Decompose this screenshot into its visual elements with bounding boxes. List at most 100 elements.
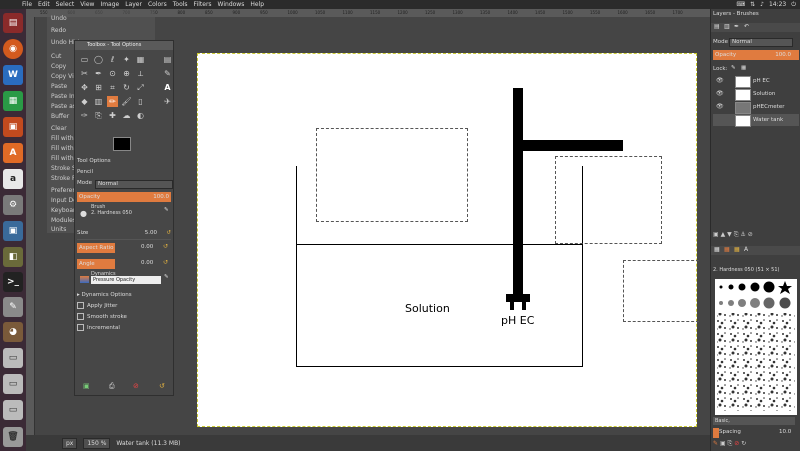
rect-select-icon[interactable]: ▭ (79, 54, 90, 65)
ink-icon[interactable]: ✑ (79, 110, 90, 121)
visibility-eye-icon[interactable]: 👁 (716, 101, 724, 113)
power-icon[interactable]: ⏻ (791, 0, 796, 9)
aspect-ratio-slider[interactable]: Aspect Ratio (77, 243, 115, 253)
settings-icon[interactable]: ⚙ (3, 195, 23, 215)
menu-help[interactable]: Help (250, 0, 264, 9)
spacing-value[interactable]: 10.0 (779, 429, 791, 435)
reset-size-icon[interactable]: ↺ (166, 228, 171, 239)
print-icon[interactable]: ▤ (162, 54, 173, 65)
layer-opacity-slider[interactable]: Opacity 100.0 (713, 50, 799, 60)
incremental-checkbox[interactable]: Incremental (77, 323, 171, 334)
menu-view[interactable]: View (80, 0, 94, 9)
dynamics-preview-icon[interactable] (80, 276, 89, 283)
text-editor-icon[interactable]: ✎ (3, 297, 23, 317)
crop-icon[interactable]: ⌗ (107, 82, 118, 93)
firefox-icon[interactable]: ◉ (3, 39, 23, 59)
smooth-stroke-checkbox[interactable]: Smooth stroke (77, 312, 171, 323)
image-canvas[interactable]: Solution pH EC (197, 53, 699, 427)
brush-filter-input[interactable]: Basic, (713, 417, 795, 425)
writer-icon[interactable]: W (3, 65, 23, 85)
text-tool-icon[interactable]: A (162, 82, 173, 93)
foreground-color-swatch[interactable] (113, 137, 131, 151)
layer-name[interactable]: Water tank (753, 114, 783, 126)
pen-icon[interactable]: ✎ (162, 68, 173, 79)
reset-angle-icon[interactable]: ↺ (163, 259, 168, 266)
layer-row-active[interactable]: Water tank (713, 114, 799, 127)
amazon-icon[interactable]: a (3, 169, 23, 189)
save-tool-preset-icon[interactable]: ▣ (83, 382, 90, 390)
scissors-icon[interactable]: ✂ (79, 68, 90, 79)
lock-pixels-icon[interactable]: ✎ (731, 65, 736, 71)
files-icon[interactable]: ▤ (3, 13, 23, 33)
delete-brush-icon[interactable]: ⊘ (734, 440, 739, 447)
layer-row[interactable]: 👁 pH EC (713, 75, 799, 88)
menu-colors[interactable]: Colors (148, 0, 167, 9)
channels-tab-icon[interactable]: ▥ (724, 23, 730, 30)
color-picker-icon[interactable]: ⊙ (107, 68, 118, 79)
vmware-icon[interactable]: ▣ (3, 221, 23, 241)
menu-image[interactable]: Image (100, 0, 119, 9)
layer-row[interactable]: 👁 pHECmeter (713, 101, 799, 114)
lock-alpha-icon[interactable]: ▦ (741, 65, 746, 71)
menu-filters[interactable]: Filters (194, 0, 212, 9)
reset-aspect-icon[interactable]: ↺ (163, 243, 168, 250)
drive-icon-3[interactable]: ▭ (3, 400, 23, 420)
menu-item-paste-as[interactable]: Paste as (51, 103, 76, 110)
angle-slider[interactable]: Angle (77, 259, 115, 269)
trash-icon[interactable]: 🗑 (3, 427, 23, 447)
reset-tool-options-icon[interactable]: ↺ (159, 382, 165, 390)
drive-icon-2[interactable]: ▭ (3, 374, 23, 394)
delete-tool-preset-icon[interactable]: ⊘ (133, 382, 139, 390)
volume-icon[interactable]: ♪ (760, 0, 764, 9)
terminal-icon[interactable]: >_ (3, 272, 23, 292)
eraser-icon[interactable]: ▯ (135, 96, 146, 107)
refresh-brushes-icon[interactable]: ↻ (741, 440, 746, 447)
brush-preview-icon[interactable]: ● (80, 208, 87, 219)
scale-icon[interactable]: ⤢ (135, 82, 146, 93)
edit-brush-icon[interactable]: ✎ (164, 205, 169, 216)
menu-item-buffer[interactable]: Buffer (51, 113, 69, 120)
drive-icon[interactable]: ▭ (3, 348, 23, 368)
align-icon[interactable]: ⊞ (93, 82, 104, 93)
toolbox-title[interactable]: Toolbox - Tool Options (75, 41, 173, 50)
move-icon[interactable]: ✥ (79, 82, 90, 93)
color-select-icon[interactable]: ▦ (135, 54, 146, 65)
new-layer-icon[interactable]: ▣ (713, 231, 719, 238)
menu-item-redo[interactable]: Redo (51, 27, 66, 34)
lower-layer-icon[interactable]: ▼ (727, 231, 732, 238)
mode-select[interactable]: Normal (95, 180, 173, 189)
menu-edit[interactable]: Edit (38, 0, 50, 9)
free-select-icon[interactable]: ℓ (107, 54, 118, 65)
pencil-tool-icon[interactable]: ✏ (107, 96, 118, 107)
software-icon[interactable]: A (3, 143, 23, 163)
layer-mode-select[interactable]: Normal (729, 38, 793, 47)
patterns-tab-icon[interactable]: ▦ (724, 246, 730, 253)
rotate-icon[interactable]: ↻ (121, 82, 132, 93)
paths-tab-icon[interactable]: ✒ (734, 23, 739, 30)
brushes-tab-icon[interactable]: ▦ (714, 246, 720, 253)
visibility-eye-icon[interactable]: 👁 (716, 88, 724, 100)
visibility-eye-icon[interactable]: 👁 (716, 75, 724, 87)
measure-icon[interactable]: ⟂ (135, 68, 146, 79)
gradients-tab-icon[interactable]: ▦ (734, 246, 740, 253)
anchor-layer-icon[interactable]: ⚓ (740, 231, 745, 238)
menu-item-copy[interactable]: Copy (51, 63, 66, 70)
tool-options-tab[interactable]: Tool Options (77, 156, 171, 167)
paths-icon[interactable]: ✒ (93, 68, 104, 79)
brush-grid[interactable] (715, 279, 797, 415)
editor-icon[interactable]: ◧ (3, 247, 23, 267)
opacity-slider[interactable]: Opacity 100.0 (77, 192, 171, 202)
gimp-icon[interactable]: ◕ (3, 322, 23, 342)
vertical-ruler[interactable] (26, 17, 35, 435)
undo-tab-icon[interactable]: ↶ (744, 23, 749, 30)
menu-item-modules[interactable]: Modules (51, 217, 76, 224)
fuzzy-select-icon[interactable]: ✦ (121, 54, 132, 65)
restore-tool-preset-icon[interactable]: ⎙ (109, 382, 115, 391)
edit-brush-button-icon[interactable]: ✎ (713, 440, 718, 447)
network-icon[interactable]: ⇅ (750, 0, 755, 9)
calc-icon[interactable]: ▦ (3, 91, 23, 111)
menu-item-clear[interactable]: Clear (51, 125, 67, 132)
menu-item-cut[interactable]: Cut (51, 53, 61, 60)
impress-icon[interactable]: ▣ (3, 117, 23, 137)
menu-tools[interactable]: Tools (173, 0, 188, 9)
